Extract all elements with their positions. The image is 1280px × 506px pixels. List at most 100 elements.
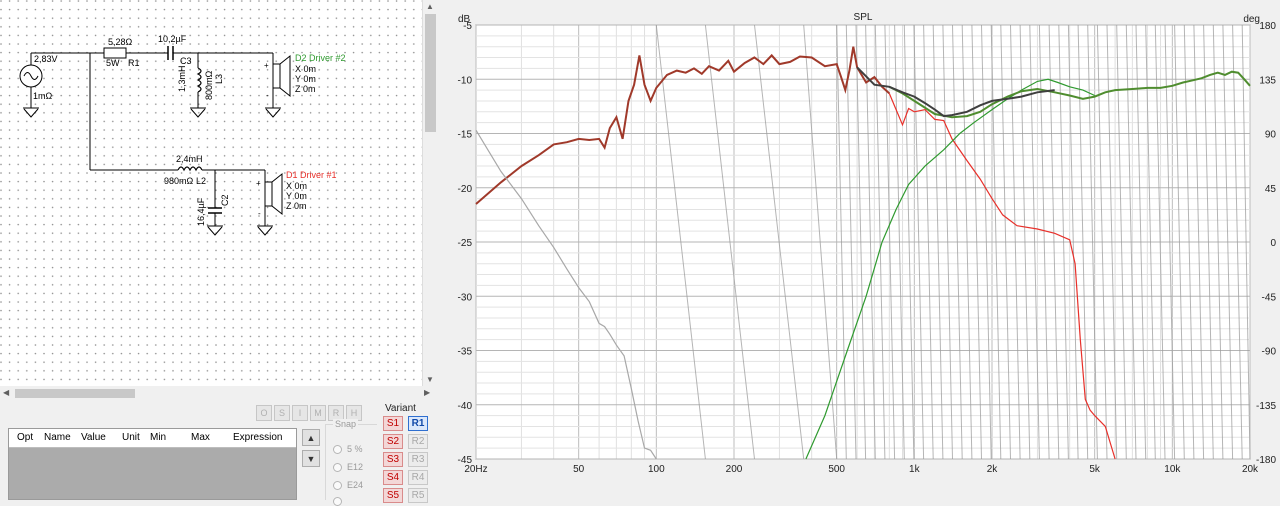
driver2-y: Y 0m	[295, 74, 316, 84]
column-min[interactable]: Min	[150, 432, 166, 443]
schematic-svg: 2,83V 1mΩ 5,28Ω 5W R1 10,2µF C3 1,3mH 80…	[0, 0, 422, 386]
y-axis-label: dB	[458, 14, 471, 25]
driver1-y: Y 0m	[286, 191, 307, 201]
driver1-z: Z 0m	[286, 201, 307, 211]
driver1-minus: -	[258, 209, 261, 218]
snap-title: Snap	[333, 419, 359, 429]
snap-radio-e12[interactable]	[333, 463, 342, 472]
toolbar-button-s[interactable]: S	[274, 405, 290, 421]
driver1-plus: +	[256, 179, 261, 188]
spl-chart[interactable]: 20Hz 50 100 200 500 1k 2k 5k 10k 20k -5-10-15-20-…	[438, 0, 1280, 500]
variant-s5-button[interactable]: S5	[383, 488, 403, 503]
variant-s3-button[interactable]: S3	[383, 452, 403, 467]
y2-tick-labels: 180 135 90 45 0 -45 -90 -135 -180	[1256, 21, 1276, 466]
snap-radio-e24[interactable]	[333, 481, 342, 490]
c2-value: 16,4µF	[196, 197, 206, 226]
scroll-down-arrow-icon[interactable]: ▼	[426, 375, 434, 384]
c3-name: C3	[180, 56, 192, 66]
scroll-left-arrow-icon[interactable]: ◀	[3, 388, 9, 397]
l2-resistance: 980mΩ	[164, 176, 194, 186]
driver2-z: Z 0m	[295, 84, 316, 94]
driver1-name: D1 Driver #1	[286, 170, 337, 180]
snap-label-5-percent: 5 %	[347, 444, 363, 454]
schematic-canvas[interactable]: 2,83V 1mΩ 5,28Ω 5W R1 10,2µF C3 1,3mH 80…	[0, 0, 422, 386]
snap-radio-5-percent[interactable]	[333, 445, 342, 454]
vertical-scroll-thumb[interactable]	[425, 14, 436, 132]
snap-label-e12: E12	[347, 462, 364, 472]
l3-name: L3	[214, 74, 224, 84]
y2-tick-label: 90	[1265, 130, 1277, 141]
move-down-button[interactable]: ▼	[302, 450, 320, 467]
l2-name: L2	[196, 176, 206, 186]
variant-s4-button[interactable]: S4	[383, 470, 403, 485]
y2-tick-label: -90	[1262, 347, 1277, 358]
y2-axis-label: deg	[1243, 14, 1260, 25]
x-tick-label: 1k	[909, 464, 921, 475]
driver2-minus: -	[266, 91, 269, 100]
column-value[interactable]: Value	[81, 432, 106, 443]
x-tick-labels: 20Hz 50 100 200 500 1k 2k 5k 10k 20k	[464, 464, 1259, 475]
y2-tick-label: -135	[1256, 401, 1276, 412]
l3-value: 1,3mH	[177, 65, 187, 92]
parameter-table[interactable]: Opt Name Value Unit Min Max Expression	[8, 428, 297, 500]
chart-grid	[475, 24, 1251, 460]
y-tick-label: -15	[458, 130, 473, 141]
y2-tick-label: 180	[1259, 21, 1276, 32]
toolbar-button-i[interactable]: I	[292, 405, 308, 421]
toolbar-button-o[interactable]: O	[256, 405, 272, 421]
c3-value: 10,2µF	[158, 34, 187, 44]
variant-r4-button[interactable]: R4	[408, 470, 428, 485]
x-tick-label: 500	[828, 464, 845, 475]
y2-tick-label: -180	[1256, 455, 1276, 466]
scroll-right-arrow-icon[interactable]: ▶	[424, 388, 430, 397]
x-tick-label: 50	[573, 464, 585, 475]
r1-value: 5,28Ω	[108, 37, 133, 47]
horizontal-scroll-thumb[interactable]	[15, 389, 135, 398]
variant-r5-button[interactable]: R5	[408, 488, 428, 503]
y-tick-labels: -5-10-15-20-25-30-35-40-45	[458, 21, 473, 466]
scroll-up-arrow-icon[interactable]: ▲	[426, 2, 434, 11]
y-tick-label: -35	[458, 347, 473, 358]
c2-name: C2	[220, 194, 230, 206]
driver2-x: X 0m	[295, 64, 316, 74]
source-resistance: 1mΩ	[33, 91, 53, 101]
y2-tick-label: 135	[1259, 75, 1276, 86]
column-unit[interactable]: Unit	[122, 432, 140, 443]
chart-title: SPL	[854, 12, 873, 23]
variant-s2-button[interactable]: S2	[383, 434, 403, 449]
move-up-button[interactable]: ▲	[302, 429, 320, 446]
y-tick-label: -20	[458, 184, 473, 195]
l3-resistance: 800mΩ	[204, 70, 214, 100]
y-tick-label: -30	[458, 292, 473, 303]
variant-title: Variant	[385, 403, 416, 414]
variant-r3-button[interactable]: R3	[408, 452, 428, 467]
driver1-x: X 0m	[286, 181, 307, 191]
column-expression[interactable]: Expression	[233, 432, 282, 443]
column-opt[interactable]: Opt	[17, 432, 33, 443]
driver2-plus: +	[264, 61, 269, 70]
y-tick-label: -10	[458, 75, 473, 86]
y2-tick-label: -45	[1262, 292, 1277, 303]
column-max[interactable]: Max	[191, 432, 210, 443]
y2-tick-label: 0	[1270, 238, 1276, 249]
x-tick-label: 200	[726, 464, 743, 475]
variant-r1-button[interactable]: R1	[408, 416, 428, 431]
y-tick-label: -45	[458, 455, 473, 466]
x-tick-label: 100	[648, 464, 665, 475]
source-voltage: 2,83V	[34, 54, 58, 64]
column-name[interactable]: Name	[44, 432, 71, 443]
y-tick-label: -25	[458, 238, 473, 249]
y-tick-label: -40	[458, 401, 473, 412]
snap-radio-more[interactable]	[333, 497, 342, 506]
l2-value: 2,4mH	[176, 154, 203, 164]
variant-r2-button[interactable]: R2	[408, 434, 428, 449]
resistor-r1[interactable]	[103, 47, 127, 59]
toolbar-button-m[interactable]: M	[310, 405, 326, 421]
x-tick-label: 5k	[1089, 464, 1101, 475]
y2-tick-label: 45	[1265, 184, 1277, 195]
variant-s-column: S1 S2 S3 S4 S5	[383, 416, 403, 503]
variant-s1-button[interactable]: S1	[383, 416, 403, 431]
parameter-table-header: Opt Name Value Unit Min Max Expression	[9, 429, 296, 448]
spl-chart-panel[interactable]: 20Hz 50 100 200 500 1k 2k 5k 10k 20k -5 -10 -15 -20-…	[438, 0, 1280, 500]
driver2-name: D2 Driver #2	[295, 53, 346, 63]
